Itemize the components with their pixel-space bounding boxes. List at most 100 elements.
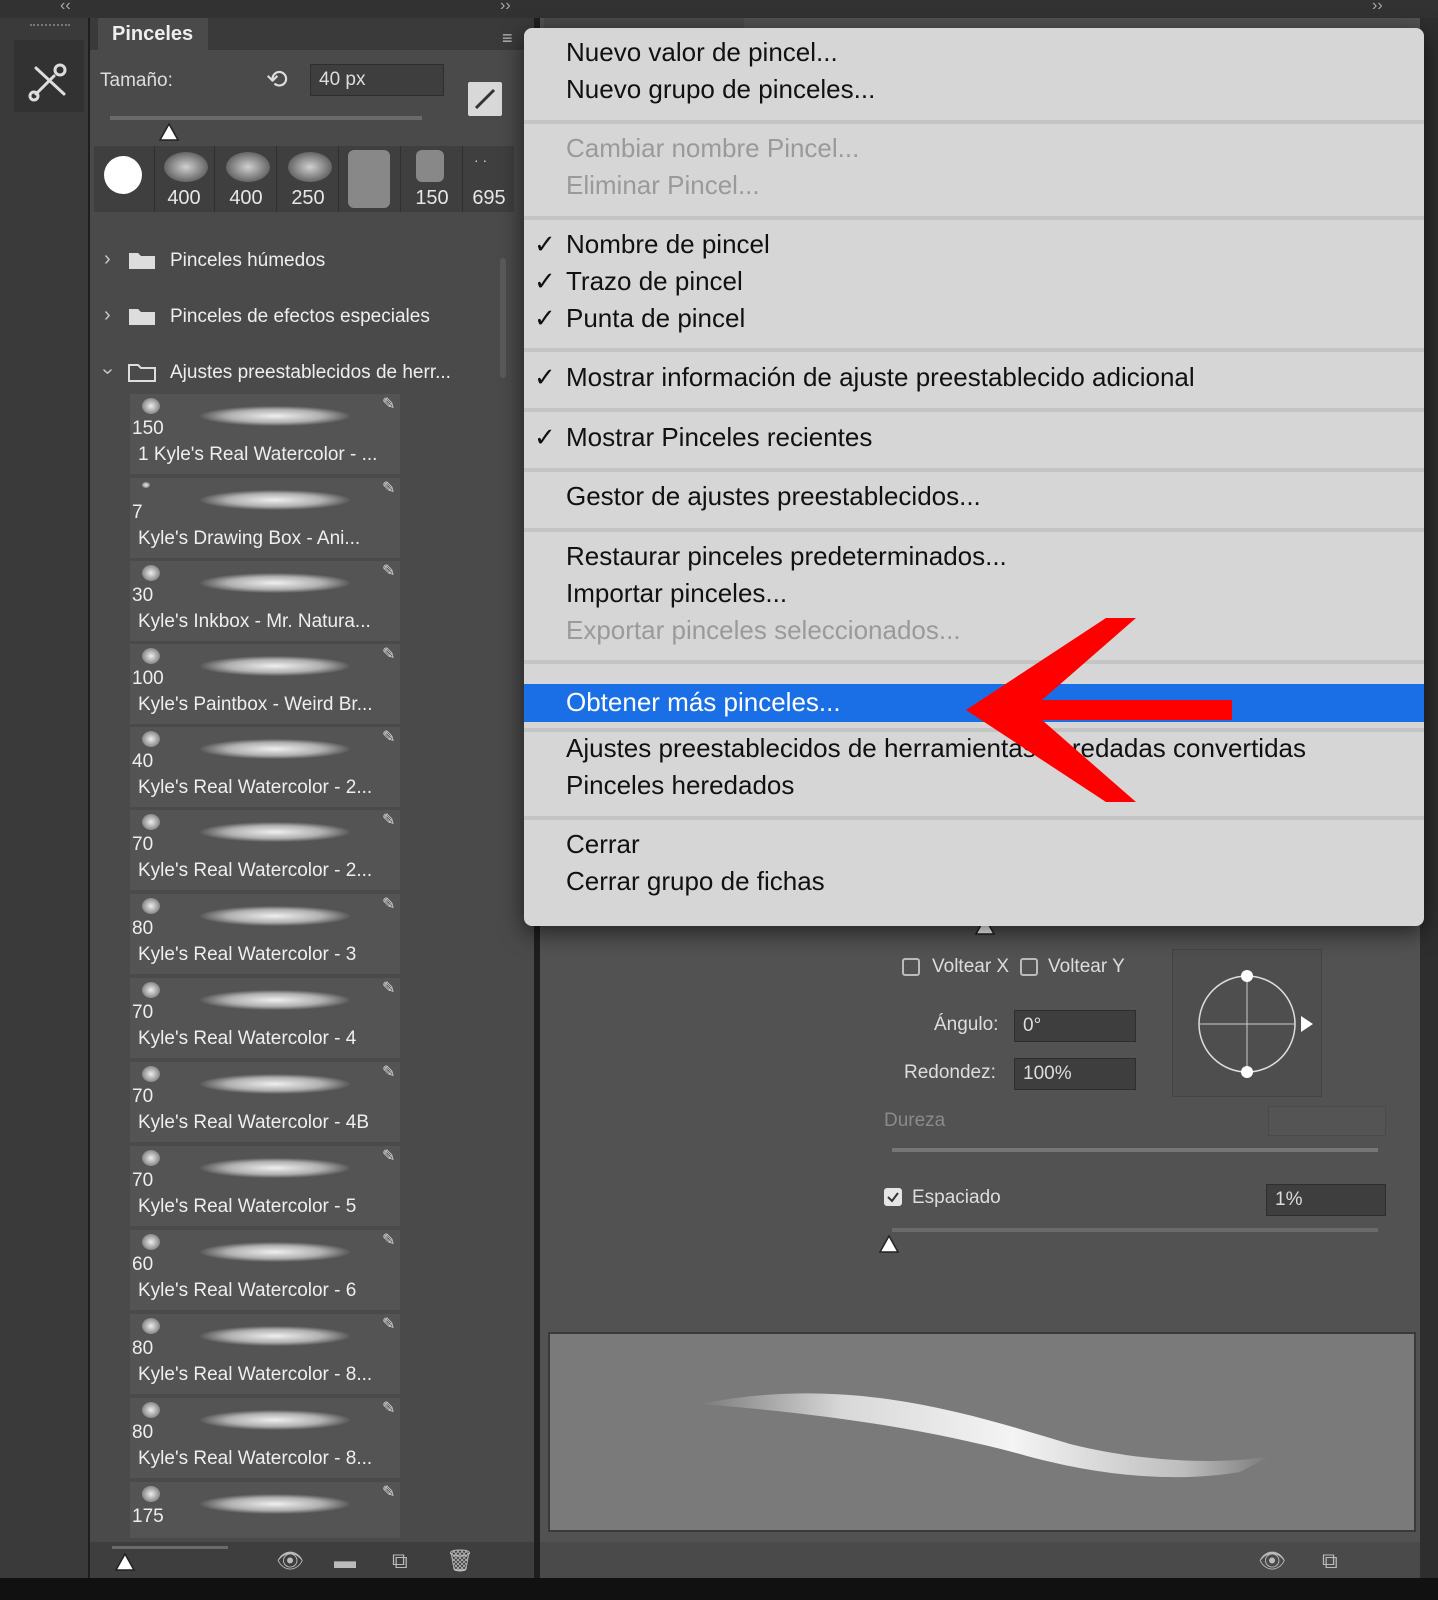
spacing-slider[interactable]	[892, 1228, 1378, 1232]
recent-brush-6[interactable]: · · 695	[464, 146, 514, 212]
recent-brush-3[interactable]: 250	[278, 146, 339, 212]
chevron-right-icon[interactable]: ›	[104, 248, 111, 271]
brush-item[interactable]: ✎ 80 Kyle's Real Watercolor - 8...	[130, 1398, 400, 1478]
menu-item-preset-manager[interactable]: Gestor de ajustes preestablecidos...	[566, 478, 981, 515]
edit-brush-icon[interactable]: ✎	[382, 1230, 395, 1250]
menu-item-brush-stroke[interactable]: ✓ Trazo de pincel	[534, 263, 743, 300]
menu-item-close-tab-group[interactable]: Cerrar grupo de fichas	[566, 863, 825, 900]
flip-y-label: Voltear Y	[1048, 956, 1125, 977]
folder-wet-brushes[interactable]: › Pinceles húmedos	[90, 234, 500, 290]
brush-item[interactable]: ✎ 70 Kyle's Real Watercolor - 2...	[130, 810, 400, 890]
menu-item-legacy-brushes[interactable]: Pinceles heredados	[566, 767, 794, 804]
eye-brush-icon[interactable]: 👁	[276, 1548, 304, 1574]
brush-item[interactable]: ✎ 40 Kyle's Real Watercolor - 2...	[130, 727, 400, 807]
red-arrow-annotation	[966, 618, 1232, 802]
menu-item-delete-brush[interactable]: Eliminar Pincel...	[566, 167, 760, 204]
preview-size-thumb[interactable]	[114, 1552, 136, 1572]
new-brush-icon[interactable]: ⧉	[1322, 1548, 1338, 1574]
angle-input[interactable]: 0°	[1014, 1010, 1136, 1042]
menu-separator	[524, 120, 1424, 124]
edit-brush-icon[interactable]: ✎	[382, 644, 395, 664]
spacing-checkbox[interactable]	[884, 1188, 902, 1206]
edit-brush-icon[interactable]: ✎	[382, 561, 395, 581]
collapse-far-right-icon[interactable]: ››	[1372, 0, 1383, 15]
recent-brushes: 400 400 250 150 · · 695	[94, 146, 514, 212]
panel-bottom-bar: 👁 ▬ ⧉ 🗑	[90, 1542, 534, 1578]
brush-item[interactable]: ✎ 70 Kyle's Real Watercolor - 4B	[130, 1062, 400, 1142]
brush-item[interactable]: ✎ 100 Kyle's Paintbox - Weird Br...	[130, 644, 400, 724]
recent-brush-5[interactable]: 150	[402, 146, 463, 212]
menu-item-new-brush-group[interactable]: Nuevo grupo de pinceles...	[566, 71, 875, 108]
size-slider-track[interactable]	[110, 116, 422, 120]
collapse-right-icon[interactable]: ››	[500, 0, 511, 15]
eye-brush-icon[interactable]: 👁	[1258, 1548, 1286, 1574]
menu-item-restore-defaults[interactable]: Restaurar pinceles predeterminados...	[566, 538, 1007, 575]
size-input[interactable]: 40 px	[310, 64, 444, 96]
brush-item[interactable]: ✎ 60 Kyle's Real Watercolor - 6	[130, 1230, 400, 1310]
pencil-icon	[474, 88, 496, 110]
brush-edit-button[interactable]	[468, 82, 502, 116]
edit-brush-icon[interactable]: ✎	[382, 1062, 395, 1082]
edit-brush-icon[interactable]: ✎	[382, 810, 395, 830]
edit-brush-icon[interactable]: ✎	[382, 1146, 395, 1166]
brush-settings-icon	[28, 63, 67, 102]
brush-item[interactable]: ✎ 70 Kyle's Real Watercolor - 4	[130, 978, 400, 1058]
trash-icon[interactable]: 🗑	[446, 1548, 474, 1574]
menu-item-export-selected[interactable]: Exportar pinceles seleccionados...	[566, 612, 961, 649]
edit-brush-icon[interactable]: ✎	[382, 478, 395, 498]
spacing-input[interactable]: 1%	[1266, 1184, 1386, 1216]
edit-brush-icon[interactable]: ✎	[382, 1398, 395, 1418]
stroke-preview-graphic	[700, 1393, 1270, 1478]
folder-special-effects[interactable]: › Pinceles de efectos especiales	[90, 290, 500, 346]
recent-brush-round[interactable]	[94, 146, 155, 212]
brush-tool-button[interactable]	[14, 40, 84, 112]
brush-item[interactable]: ✎ 7 Kyle's Drawing Box - Ani...	[130, 478, 400, 558]
menu-item-brush-tip[interactable]: ✓ Punta de pincel	[534, 300, 745, 337]
menu-item-new-brush-preset[interactable]: Nuevo valor de pincel...	[566, 34, 838, 71]
reset-size-icon[interactable]: ⟲	[266, 64, 288, 95]
hardness-input[interactable]	[1268, 1106, 1386, 1136]
edit-brush-icon[interactable]: ✎	[382, 727, 395, 747]
angle-label: Ángulo:	[934, 1014, 999, 1035]
edit-brush-icon[interactable]: ✎	[382, 978, 395, 998]
menu-item-rename-brush[interactable]: Cambiar nombre Pincel...	[566, 130, 859, 167]
menu-item-import-brushes[interactable]: Importar pinceles...	[566, 575, 787, 612]
roundness-input[interactable]: 100%	[1014, 1058, 1136, 1090]
tab-brushes[interactable]: Pinceles	[98, 18, 208, 50]
brush-item[interactable]: ✎ 175	[130, 1482, 400, 1538]
grip-handle[interactable]	[30, 24, 70, 32]
size-slider-thumb[interactable]	[158, 122, 180, 142]
menu-item-brush-name[interactable]: ✓ Nombre de pincel	[534, 226, 770, 263]
brush-item[interactable]: ✎ 80 Kyle's Real Watercolor - 3	[130, 894, 400, 974]
brush-item[interactable]: ✎ 150 1 Kyle's Real Watercolor - ...	[130, 394, 400, 474]
flip-x-checkbox[interactable]	[902, 958, 920, 976]
edit-brush-icon[interactable]: ✎	[382, 394, 395, 414]
panel-scrollbar[interactable]	[500, 258, 506, 378]
edit-brush-icon[interactable]: ✎	[382, 894, 395, 914]
recent-brush-4[interactable]	[340, 146, 401, 212]
panel-menu-icon[interactable]: ≡	[502, 28, 522, 49]
brush-item[interactable]: ✎ 30 Kyle's Inkbox - Mr. Natura...	[130, 561, 400, 641]
new-brush-icon[interactable]: ⧉	[392, 1548, 408, 1574]
edit-brush-icon[interactable]: ✎	[382, 1314, 395, 1334]
brush-item[interactable]: ✎ 80 Kyle's Real Watercolor - 8...	[130, 1314, 400, 1394]
collapse-left-icon[interactable]: ‹‹	[60, 0, 71, 15]
recent-brush-2[interactable]: 400	[216, 146, 277, 212]
recent-brush-1[interactable]: 400	[154, 146, 215, 212]
brush-item[interactable]: ✎ 70 Kyle's Real Watercolor - 5	[130, 1146, 400, 1226]
flip-y-checkbox[interactable]	[1020, 958, 1038, 976]
checkmark-icon	[887, 1192, 899, 1203]
menu-item-close[interactable]: Cerrar	[566, 826, 640, 863]
folder-new-icon[interactable]: ▬	[334, 1548, 356, 1574]
preview-size-slider[interactable]	[112, 1546, 228, 1549]
menu-separator	[524, 216, 1424, 220]
menu-item-show-recent-brushes[interactable]: ✓ Mostrar Pinceles recientes	[534, 419, 872, 456]
chevron-down-icon[interactable]: ›	[96, 368, 119, 375]
edit-brush-icon[interactable]: ✎	[382, 1482, 395, 1502]
chevron-right-icon[interactable]: ›	[104, 304, 111, 327]
menu-item-show-additional-info[interactable]: ✓ Mostrar información de ajuste preestabl…	[534, 359, 1195, 396]
hardness-slider[interactable]	[892, 1148, 1378, 1152]
angle-dial[interactable]	[1173, 950, 1321, 1096]
spacing-slider-thumb[interactable]	[878, 1234, 900, 1254]
angle-roundness-widget[interactable]	[1172, 949, 1322, 1097]
